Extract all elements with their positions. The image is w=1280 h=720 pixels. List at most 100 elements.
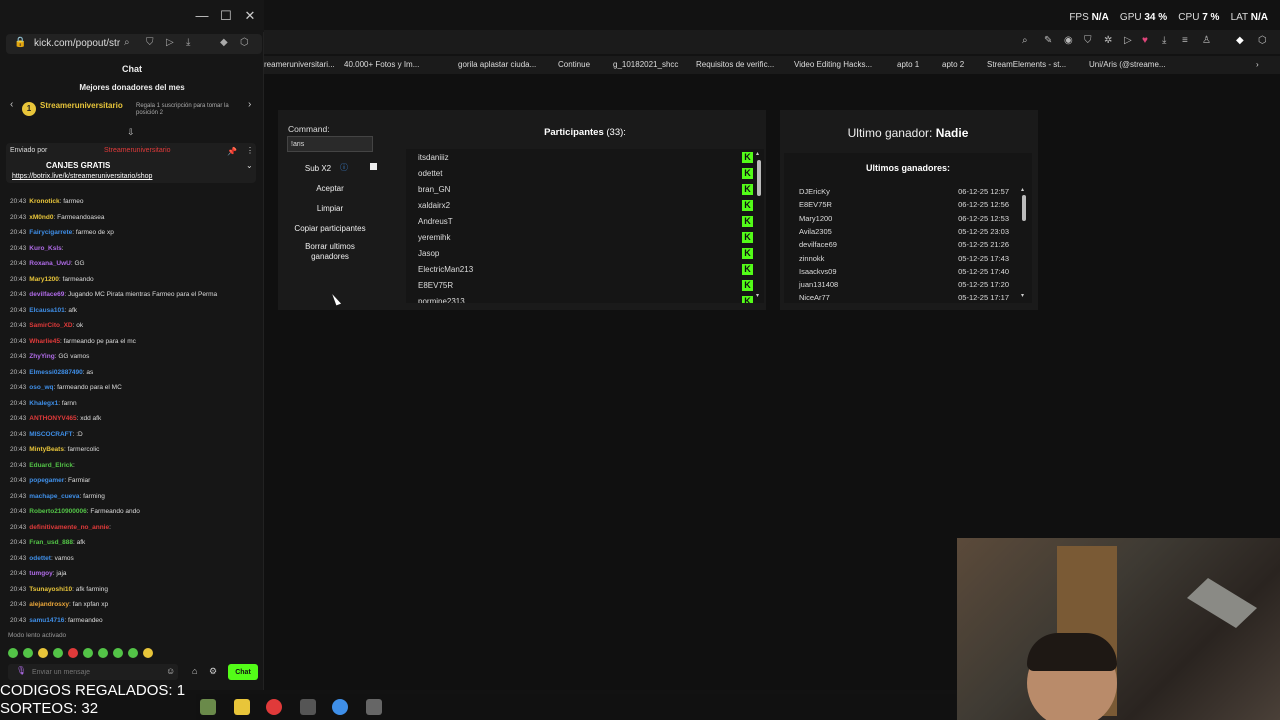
more-icon[interactable]: ⋮ xyxy=(246,146,254,155)
chat-input[interactable] xyxy=(32,665,162,679)
chevron-left-icon[interactable]: ‹ xyxy=(10,99,13,110)
message-user[interactable]: alejandrosxy xyxy=(29,601,69,608)
delete-winners-button[interactable]: Borrar ultimos ganadores xyxy=(287,240,373,264)
participant-row[interactable]: AndreusT K xyxy=(418,216,753,227)
gear-icon[interactable]: ⚙ xyxy=(209,666,217,677)
scroll-down-icon[interactable]: ⇩ xyxy=(127,127,135,138)
participants-list[interactable]: itsdaniiiz Kodettet Kbran_GN Kxaldairx2 K And… xyxy=(406,149,764,303)
menu-icon[interactable]: ≡ xyxy=(1182,35,1188,46)
scroll-up-icon[interactable]: ▴ xyxy=(1021,186,1024,193)
bookmark-item[interactable]: g_10182021_shcc xyxy=(613,60,678,69)
bookmark-item[interactable]: StreamElements - st... xyxy=(987,60,1066,69)
message-user[interactable]: MISCOCRAFT xyxy=(29,431,72,438)
message-user[interactable]: Eduard_Elrick xyxy=(29,462,73,469)
message-user[interactable]: Roxana_UwU xyxy=(29,260,71,267)
message-user[interactable]: Mary1200 xyxy=(29,276,59,283)
message-user[interactable]: machape_cueva xyxy=(29,493,79,500)
opera-icon[interactable] xyxy=(266,699,282,715)
pinned-link[interactable]: https://botrix.live/k/streameruniversita… xyxy=(12,173,152,180)
participant-row[interactable]: xaldairx2 K xyxy=(418,200,753,211)
chevron-down-icon[interactable]: ⌄ xyxy=(246,161,253,170)
sub-x2-checkbox[interactable] xyxy=(370,163,377,170)
shield-icon[interactable]: ⛉ xyxy=(1084,35,1092,46)
emote-icon[interactable] xyxy=(53,648,63,658)
bookmark-item[interactable]: gorila aplastar ciuda... xyxy=(458,60,536,69)
message-user[interactable]: ANTHONYV465 xyxy=(29,415,76,422)
message-user[interactable]: tumgoy xyxy=(29,570,52,577)
participant-row[interactable]: odettet K xyxy=(418,168,753,179)
app-icon[interactable] xyxy=(300,699,316,715)
message-user[interactable]: oso_wq xyxy=(29,384,53,391)
bookmark-item[interactable]: apto 2 xyxy=(942,60,964,69)
emote-icon[interactable] xyxy=(38,648,48,658)
participant-row[interactable]: itsdaniiiz K xyxy=(418,152,753,163)
play-icon[interactable]: ▷ xyxy=(1124,35,1132,46)
cube-icon[interactable]: ⬡ xyxy=(1258,35,1267,46)
message-user[interactable]: ZhyYing xyxy=(29,353,54,360)
message-user[interactable]: Tsunayoshi10 xyxy=(29,586,72,593)
bookmark-item[interactable]: Video Editing Hacks... xyxy=(794,60,872,69)
participant-row[interactable]: ElectricMan213 K xyxy=(418,264,753,275)
scroll-down-icon[interactable]: ▾ xyxy=(1021,292,1024,299)
scroll-down-icon[interactable]: ▾ xyxy=(756,292,759,299)
close-icon[interactable]: ✕ xyxy=(240,8,260,24)
camera-icon[interactable]: ◉ xyxy=(1064,35,1073,46)
extension-icon[interactable]: ◆ xyxy=(220,37,228,48)
message-user[interactable]: Roberto210900006 xyxy=(29,508,86,515)
download-icon[interactable]: ⤓ xyxy=(1162,35,1166,46)
bookmark-item[interactable]: reameruniversitari... xyxy=(264,60,335,69)
message-user[interactable]: Elcausa101 xyxy=(29,307,64,314)
message-user[interactable]: Wharlie45 xyxy=(29,338,60,345)
participant-row[interactable]: E8EV75R K xyxy=(418,280,753,291)
participant-row[interactable]: yeremihk K xyxy=(418,232,753,243)
chevron-right-icon[interactable]: › xyxy=(248,99,251,110)
message-user[interactable]: xM0nd0 xyxy=(29,214,53,221)
profile-icon[interactable]: ♙ xyxy=(1202,35,1211,46)
bookmark-item[interactable]: 40.000+ Fotos y Im... xyxy=(344,60,419,69)
message-user[interactable]: popegamer xyxy=(29,477,64,484)
emote-icon[interactable] xyxy=(128,648,138,658)
chrome-icon[interactable] xyxy=(332,699,348,715)
emote-icon[interactable] xyxy=(68,648,78,658)
microphone-icon[interactable]: 🎙 xyxy=(16,666,26,675)
extension-diamond-icon[interactable]: ◆ xyxy=(1236,35,1244,46)
message-user[interactable]: Elmessi02887490 xyxy=(29,369,83,376)
message-user[interactable]: Kuro_Ksls xyxy=(29,245,62,252)
message-user[interactable]: odettet xyxy=(29,555,51,562)
participants-scrollbar[interactable]: ▴ ▾ xyxy=(756,150,762,300)
folder-icon[interactable] xyxy=(234,699,250,715)
bookmark-item[interactable]: apto 1 xyxy=(897,60,919,69)
chat-send-button[interactable]: Chat xyxy=(228,664,258,680)
emote-icon[interactable] xyxy=(8,648,18,658)
message-user[interactable]: definitivamente_no_annie xyxy=(29,524,109,531)
heart-icon[interactable]: ♥ xyxy=(1142,35,1148,46)
scroll-thumb[interactable] xyxy=(1022,195,1026,221)
window-icon[interactable] xyxy=(366,699,382,715)
search-icon[interactable]: ⌕ xyxy=(1022,35,1028,46)
edit-icon[interactable]: ✎ xyxy=(1044,35,1052,46)
bookmark-item[interactable]: Uni/Aris (@streame... xyxy=(1089,60,1166,69)
maximize-icon[interactable]: ☐ xyxy=(216,8,236,24)
minecraft-icon[interactable] xyxy=(200,699,216,715)
cube-icon[interactable]: ⬡ xyxy=(240,37,249,48)
message-user[interactable]: MintyBeats xyxy=(29,446,64,453)
scroll-up-icon[interactable]: ▴ xyxy=(756,150,759,157)
participant-row[interactable]: pormine2313 K xyxy=(418,296,753,303)
bookmark-item[interactable]: Requisitos de verific... xyxy=(696,60,774,69)
bookmark-item[interactable]: Continue xyxy=(558,60,590,69)
message-user[interactable]: devilface69 xyxy=(29,291,64,298)
message-user[interactable]: Fran_usd_888 xyxy=(29,539,73,546)
message-user[interactable]: Khalegx1 xyxy=(29,400,58,407)
emote-icon[interactable] xyxy=(113,648,123,658)
command-input[interactable] xyxy=(287,136,373,152)
message-user[interactable]: samu14716 xyxy=(29,617,64,624)
minimize-icon[interactable]: — xyxy=(192,8,212,23)
accept-button[interactable]: Aceptar xyxy=(287,180,373,196)
emote-icon[interactable] xyxy=(83,648,93,658)
chevron-right-icon[interactable]: › xyxy=(1256,60,1259,69)
download-icon[interactable]: ⤓ xyxy=(186,37,190,48)
extension-icon[interactable]: ✲ xyxy=(1104,35,1112,46)
clear-button[interactable]: Limpiar xyxy=(287,200,373,216)
play-icon[interactable]: ▷ xyxy=(166,37,174,48)
chat-input-box[interactable]: 🎙 ☺ xyxy=(8,664,178,680)
